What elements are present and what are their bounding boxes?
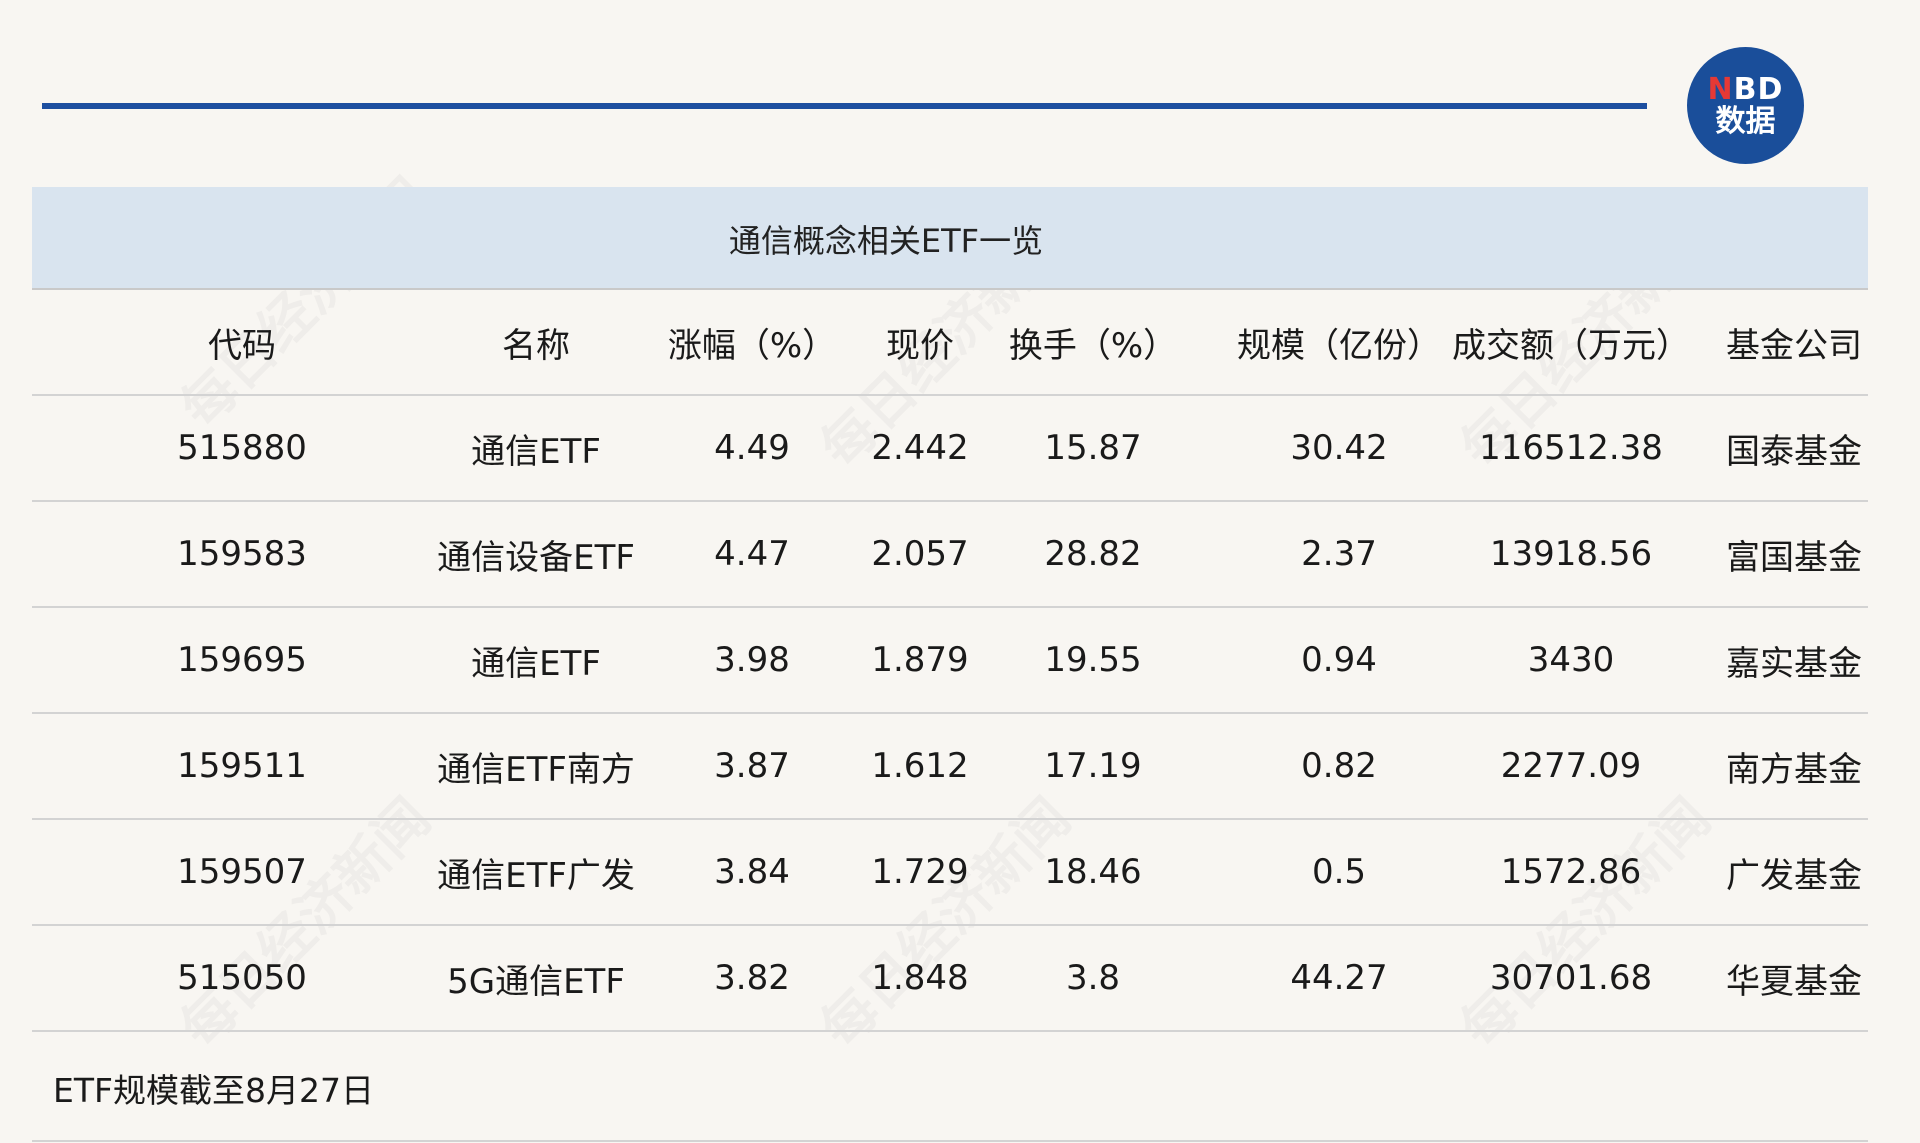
cell-fund-company: 广发基金 xyxy=(1726,855,1862,896)
table-row: 159507 通信ETF广发 3.84 1.729 18.46 0.5 1572… xyxy=(32,820,1868,926)
header-fund-company: 基金公司 xyxy=(1726,325,1862,366)
table-header-row: 代码 名称 涨幅（%） 现价 换手（%） 规模（亿份） 成交额（万元） 基金公司 xyxy=(32,290,1868,396)
header-code: 代码 xyxy=(208,325,276,366)
header-rule xyxy=(42,103,1647,109)
logo-nbd: NBD xyxy=(1707,71,1784,107)
table-title-band: 通信概念相关ETF一览 xyxy=(32,187,1868,290)
table-title: 通信概念相关ETF一览 xyxy=(728,221,1044,260)
etf-table: 代码 名称 涨幅（%） 现价 换手（%） 规模（亿份） 成交额（万元） 基金公司… xyxy=(32,290,1868,1032)
cell-code: 159511 xyxy=(177,746,307,786)
cell-code: 515050 xyxy=(177,958,307,998)
cell-fund-company: 华夏基金 xyxy=(1726,961,1862,1002)
table-row: 159511 通信ETF南方 3.87 1.612 17.19 0.82 227… xyxy=(32,714,1868,820)
table-row: 515880 通信ETF 4.49 2.442 15.87 30.42 1165… xyxy=(32,396,1868,502)
table-footnote-row: ETF规模截至8月27日 xyxy=(32,1036,1868,1142)
logo-data-text: 数据 xyxy=(1715,103,1776,139)
cell-fund-company: 嘉实基金 xyxy=(1726,643,1862,684)
cell-code: 159695 xyxy=(177,640,307,680)
table-row: 159695 通信ETF 3.98 1.879 19.55 0.94 3430 … xyxy=(32,608,1868,714)
cell-fund-company: 国泰基金 xyxy=(1726,431,1862,472)
cell-code: 159507 xyxy=(177,852,307,892)
cell-fund-company: 南方基金 xyxy=(1726,749,1862,790)
table-row: 159583 通信设备ETF 4.47 2.057 28.82 2.37 139… xyxy=(32,502,1868,608)
nbd-data-logo: NBD 数据 xyxy=(1687,47,1804,164)
table-row: 515050 5G通信ETF 3.82 1.848 3.8 44.27 3070… xyxy=(32,926,1868,1032)
cell-code: 515880 xyxy=(177,428,307,468)
table-footnote: ETF规模截至8月27日 xyxy=(53,1071,374,1110)
cell-code: 159583 xyxy=(177,534,307,574)
cell-fund-company: 富国基金 xyxy=(1726,537,1862,578)
